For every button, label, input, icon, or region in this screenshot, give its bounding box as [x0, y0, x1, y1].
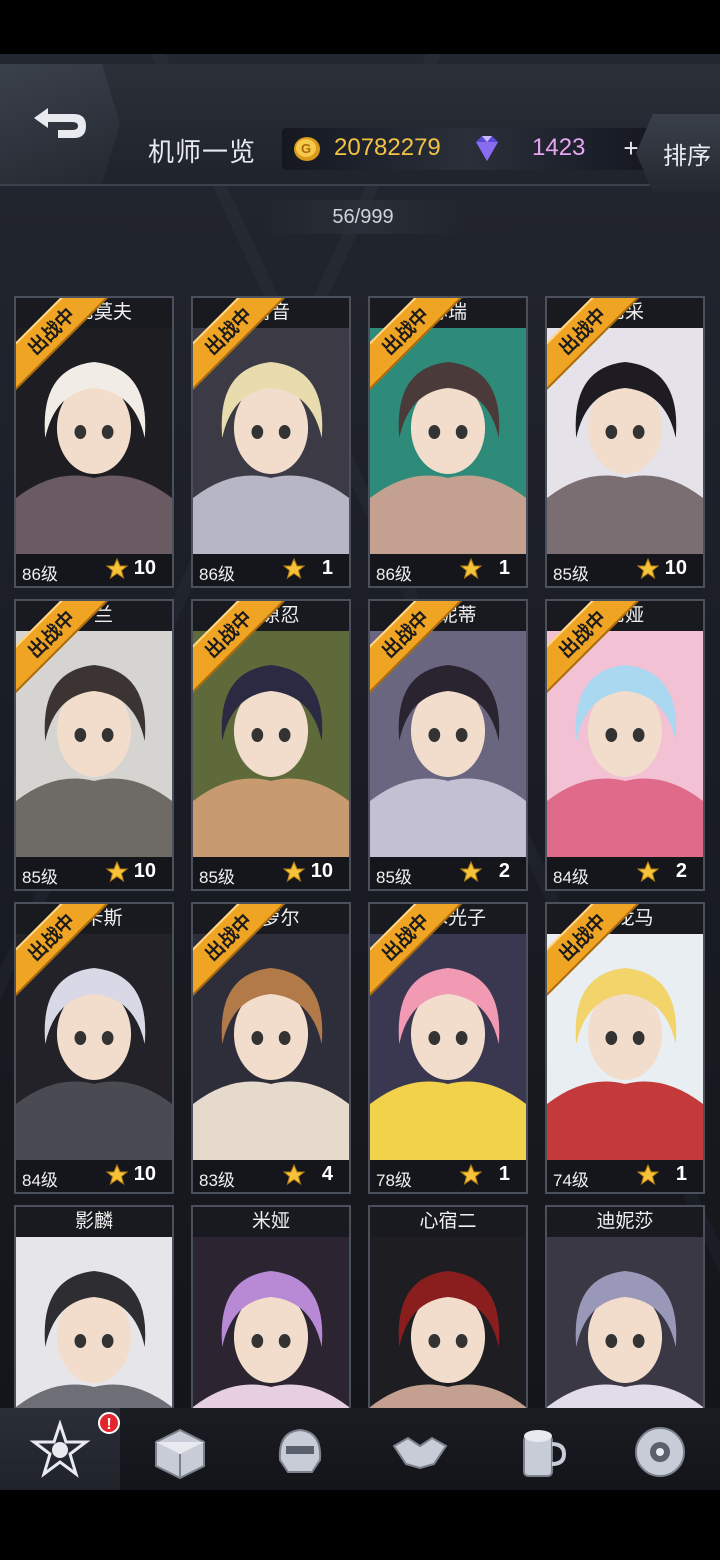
pilot-card[interactable]: 罗兰 出战中 85级 10 [14, 599, 174, 891]
diamond-icon [476, 136, 498, 161]
pilot-level: 84级 [22, 1171, 58, 1190]
warehouse-crate-icon [155, 1428, 205, 1480]
pilot-level: 78级 [376, 1171, 412, 1190]
pilot-level: 85级 [376, 868, 412, 887]
bar-mug-icon [523, 1430, 567, 1477]
star-icon [283, 558, 305, 580]
gem-amount: 1423 [532, 134, 586, 161]
pilot-name: 心宿二 [370, 1207, 526, 1237]
pilot-stats: 86级 1 [370, 554, 526, 586]
pilot-name: 米娅 [193, 1207, 349, 1237]
pilot-card[interactable]: 朵萝尔 出战中 83级 4 [191, 902, 351, 1194]
pilot-level: 85级 [22, 868, 58, 887]
coin-amount: 20782279 [334, 134, 441, 161]
pilot-stats: 85级 10 [547, 554, 703, 586]
pilot-level: 86级 [376, 565, 412, 584]
star-count: 1 [675, 1163, 687, 1185]
page-title: 机师一览 [148, 137, 257, 167]
pilot-stats: 84级 2 [547, 857, 703, 889]
star-icon [106, 558, 128, 580]
star-count: 10 [310, 860, 333, 882]
handshake-icon [392, 1436, 448, 1470]
pilot-card[interactable]: 奥卡斯 出战中 84级 10 [14, 902, 174, 1194]
pilot-portrait [370, 1237, 526, 1419]
pilot-card[interactable]: 迪妮莎 [545, 1205, 705, 1421]
star-count: 1 [321, 557, 333, 579]
status-bar [0, 0, 720, 54]
pilot-level: 83级 [199, 1171, 235, 1190]
back-button[interactable] [0, 64, 120, 184]
pilot-stats: 86级 1 [193, 554, 349, 586]
star-count: 10 [133, 557, 156, 579]
star-count: 1 [498, 1163, 510, 1185]
pilot-stats: 85级 2 [370, 857, 526, 889]
star-icon [460, 1164, 482, 1186]
pilot-stats: 83级 4 [193, 1160, 349, 1192]
sort-button[interactable]: 排序 [636, 114, 720, 192]
pilot-card[interactable]: 心宿二 [368, 1205, 528, 1421]
shop-orb-icon [635, 1427, 685, 1477]
back-arrow-icon [34, 108, 86, 138]
pilot-portrait [193, 1237, 349, 1419]
pilot-list-screen: 机师一览 G 20782279 1423 + 排序 56/999 …尼莫夫 出战中… [0, 54, 720, 1560]
pilot-name: 影麟 [16, 1207, 172, 1237]
pilot-name: 迪妮莎 [547, 1207, 703, 1237]
pilot-stats: 78级 1 [370, 1160, 526, 1192]
star-count: 4 [321, 1163, 333, 1185]
star-icon [460, 861, 482, 883]
star-icon [637, 1164, 659, 1186]
pilot-stats: 86级 10 [16, 554, 172, 586]
star-icon [283, 861, 305, 883]
pilot-stats: 85级 10 [16, 857, 172, 889]
star-icon [283, 1164, 305, 1186]
pilot-card[interactable]: 清音 出战中 86级 1 [191, 296, 351, 588]
pilot-card[interactable]: 桥龙马 出战中 74级 1 [545, 902, 705, 1194]
sort-label: 排序 [663, 142, 711, 170]
pilot-card[interactable]: 苏瑞 出战中 86级 1 [368, 296, 528, 588]
pilot-stats: 84级 10 [16, 1160, 172, 1192]
pilot-card[interactable]: 佐木光子 出战中 78级 1 [368, 902, 528, 1194]
star-count: 1 [498, 557, 510, 579]
star-count: 2 [498, 860, 510, 882]
header: 机师一览 G 20782279 1423 + 排序 [0, 54, 720, 192]
star-icon [637, 861, 659, 883]
gold-coin-icon: G [294, 137, 320, 161]
pilot-card[interactable]: 藤原忍 出战中 85级 10 [191, 599, 351, 891]
star-icon [637, 558, 659, 580]
star-count: 10 [133, 1163, 156, 1185]
pilot-level: 85级 [199, 868, 235, 887]
star-count: 2 [675, 860, 687, 882]
pilot-level: 86级 [22, 565, 58, 584]
pilot-level: 85级 [553, 565, 589, 584]
star-icon [106, 1164, 128, 1186]
pilot-card[interactable]: 缇妮蒂 出战中 85级 2 [368, 599, 528, 891]
svg-text:G: G [301, 141, 311, 156]
base-emblem-icon [29, 1420, 91, 1478]
star-count: 10 [664, 557, 687, 579]
star-icon [106, 861, 128, 883]
formation-helmet-icon [278, 1428, 322, 1473]
pilot-card[interactable]: 影麟 [14, 1205, 174, 1421]
pilot-counter: 56/999 [332, 206, 394, 228]
pilot-card[interactable]: 尼娅 出战中 84级 2 [545, 599, 705, 891]
star-count: 10 [133, 860, 156, 882]
pilot-level: 84级 [553, 868, 589, 887]
pilot-level: 74级 [553, 1171, 589, 1190]
pilot-level: 86级 [199, 565, 235, 584]
pilot-portrait [547, 1237, 703, 1419]
star-icon [460, 558, 482, 580]
pilot-stats: 85级 10 [193, 857, 349, 889]
pilot-portrait [16, 1237, 172, 1419]
pilot-card[interactable]: 尼采 出战中 85级 10 [545, 296, 705, 588]
system-nav-bar [0, 1490, 720, 1560]
pilot-card[interactable]: 米娅 [191, 1205, 351, 1421]
pilot-stats: 74级 1 [547, 1160, 703, 1192]
pilot-card[interactable]: …尼莫夫 出战中 86级 10 [14, 296, 174, 588]
alert-badge: ! [98, 1412, 120, 1434]
